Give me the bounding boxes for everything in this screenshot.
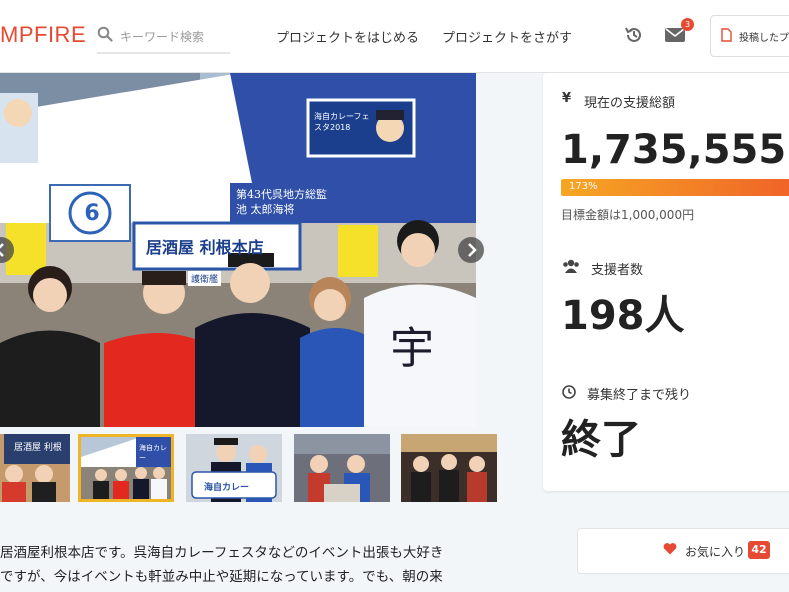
thumbnail-1[interactable]: 居酒屋 利根: [0, 434, 70, 502]
search-placeholder[interactable]: キーワード検索: [120, 28, 204, 45]
site-header: MPFIRE キーワード検索 プロジェクトをはじめる プロジェクトをさがす 3 …: [0, 0, 789, 73]
document-icon: [721, 28, 732, 42]
backers-label: 支援者数: [591, 263, 644, 278]
search-icon: [97, 26, 113, 42]
favorite-button[interactable]: お気に入り 42: [577, 528, 789, 574]
next-arrow-button[interactable]: [458, 237, 484, 263]
small-label: 護衛艦: [188, 271, 222, 286]
thumbnail-3[interactable]: 海自カレー: [186, 434, 282, 502]
banner-line-2: 池 太郎海将: [236, 203, 295, 216]
backers-value: 198人: [561, 293, 685, 339]
thumbnail-image: [401, 434, 497, 502]
progress-percent: 173%: [569, 181, 598, 192]
mail-icon[interactable]: [665, 27, 685, 43]
thumbnail-5[interactable]: [401, 434, 497, 502]
history-icon[interactable]: [624, 25, 644, 45]
raised-amount: 1,735,555円: [561, 127, 789, 173]
clock-icon: [562, 385, 576, 399]
remaining-value: 終了: [561, 417, 641, 463]
thumbnail-image: [294, 434, 390, 502]
heart-icon: [663, 543, 677, 555]
chevron-right-icon: [468, 243, 477, 257]
posted-projects-button[interactable]: 投稿したプ: [710, 15, 789, 57]
svg-text:宇: 宇: [390, 323, 434, 374]
project-description: 居酒屋利根本店です。呉海自カレーフェスタなどのイベント出張も大好き ですが、今は…: [0, 541, 500, 589]
main-project-photo[interactable]: 宇 6 居酒屋 利根本店 第43代呉地方総監 池 太郎海将 海自カレーフェスタ2…: [0, 73, 476, 427]
thumbnail-caption: 海自カレー: [139, 444, 167, 462]
prev-arrow-button[interactable]: [0, 237, 14, 263]
thumbnail-2-selected[interactable]: 海自カレー: [78, 434, 174, 502]
description-line-2: ですが、今はイベントも軒並み中止や延期になっています。でも、朝の来: [0, 569, 443, 585]
notification-badge: 3: [681, 18, 694, 31]
yen-icon: ¥: [562, 91, 572, 106]
banner-line-1: 第43代呉地方総監: [236, 188, 327, 201]
chevron-left-icon: [0, 243, 4, 257]
backers-icon: [563, 259, 579, 273]
description-line-1: 居酒屋利根本店です。呉海自カレーフェスタなどのイベント出張も大好き: [0, 545, 444, 561]
favorite-label: お気に入り: [685, 545, 746, 559]
nav-find-project[interactable]: プロジェクトをさがす: [442, 27, 572, 46]
nav-start-project[interactable]: プロジェクトをはじめる: [276, 27, 419, 46]
favorite-count: 42: [748, 541, 770, 559]
poster-title: 海自カレーフェスタ2018: [314, 112, 370, 132]
shop-sign: 居酒屋 利根本店: [146, 238, 264, 257]
goal-text: 目標金額は1,000,000円: [561, 208, 695, 222]
raised-label: 現在の支援総額: [584, 96, 676, 111]
flag-number: 6: [84, 201, 100, 226]
thumbnail-caption: 居酒屋 利根: [14, 443, 62, 453]
thumbnail-caption: 海自カレー: [204, 483, 250, 493]
thumbnail-4[interactable]: [294, 434, 390, 502]
progress-bar: 173%: [561, 179, 789, 196]
remaining-label: 募集終了まで残り: [587, 388, 692, 403]
stats-panel: ¥ 現在の支援総額 1,735,555円 173% 目標金額は1,000,000…: [543, 73, 789, 491]
search-box[interactable]: キーワード検索: [97, 22, 230, 54]
posted-projects-label: 投稿したプ: [739, 33, 789, 44]
site-logo[interactable]: MPFIRE: [0, 22, 86, 48]
